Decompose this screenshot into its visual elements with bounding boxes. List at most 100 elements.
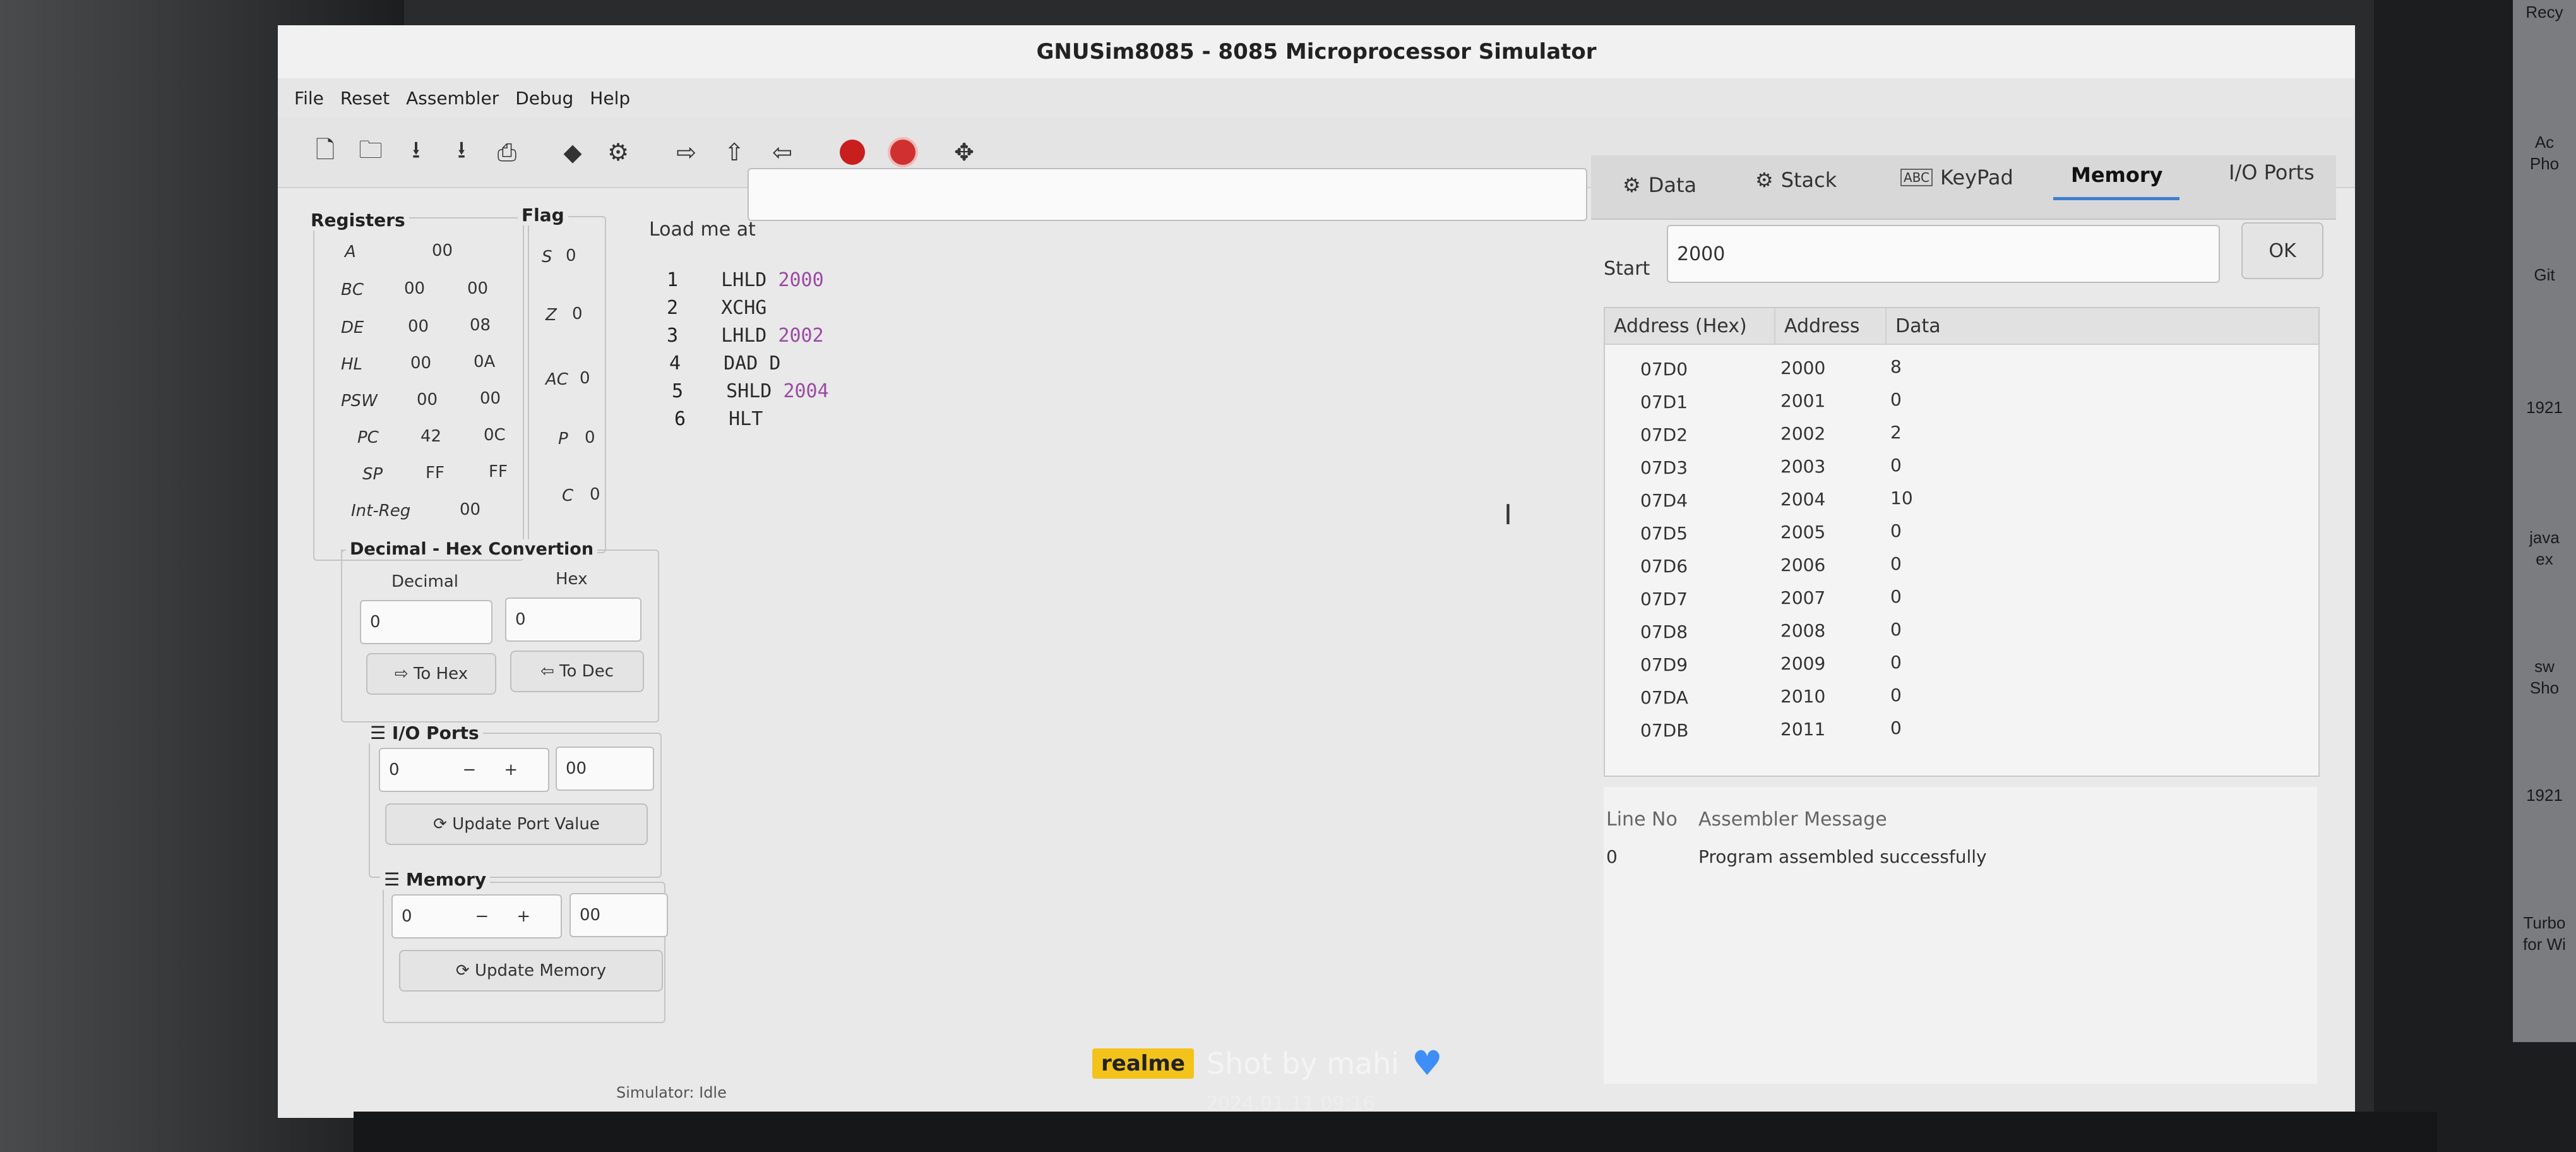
flag-value: 0 — [580, 369, 590, 388]
settings-icon[interactable]: ⚙ — [601, 135, 635, 169]
io-port-decrement[interactable]: − — [463, 760, 477, 779]
row-address: 2002 — [1780, 423, 1826, 444]
line-number: 2 — [667, 297, 679, 319]
io-port-value[interactable]: 00 — [556, 747, 654, 791]
row-address: 2010 — [1780, 686, 1826, 707]
memory-increment[interactable]: + — [516, 907, 530, 926]
register-value: 00 — [408, 317, 429, 336]
operand: 2002 — [778, 325, 824, 347]
desktop-icon-label[interactable]: sw — [2513, 657, 2576, 676]
register-value: FF — [489, 462, 508, 481]
menu-assembler[interactable]: Assembler — [406, 88, 499, 109]
column-header-message[interactable]: Assembler Message — [1698, 808, 1887, 831]
opcode: XCHG — [721, 297, 767, 319]
row-address: 2005 — [1780, 522, 1826, 543]
save-icon[interactable]: ⭳ — [399, 135, 433, 169]
desktop-icon-label[interactable]: Turbo — [2513, 913, 2576, 933]
desktop-icon-label[interactable]: Pho — [2513, 154, 2576, 174]
row-hex: 07D8 — [1640, 621, 1688, 642]
menu-file[interactable]: File — [294, 88, 324, 109]
register-value: FF — [426, 464, 444, 483]
active-tab-indicator — [2053, 197, 2179, 200]
table-row[interactable]: 07D0 2000 8 07D1 2001 0 07D2 2002 2 07D3… — [1605, 308, 2318, 776]
tab-data[interactable]: ⚙ Data — [1623, 173, 1696, 197]
step-over-icon[interactable]: ⇧ — [717, 135, 751, 169]
io-port-increment[interactable]: + — [504, 760, 518, 779]
code-line: 1 LHLD 2000 — [667, 269, 824, 291]
row-address: 2004 — [1780, 489, 1826, 510]
register-value: 08 — [470, 316, 491, 335]
to-hex-button[interactable]: ⇨ To Hex — [366, 653, 496, 695]
row-hex: 07D5 — [1640, 523, 1688, 544]
register-value: 00 — [460, 500, 481, 519]
row-address: 2007 — [1780, 587, 1826, 608]
desktop-icon-label[interactable]: 1921 — [2513, 786, 2576, 805]
inspect-icon[interactable]: ✥ — [947, 135, 981, 169]
new-file-icon[interactable]: 🗋 — [308, 135, 342, 169]
desktop-icon-label[interactable]: Git — [2513, 265, 2576, 285]
code-line: 4 DAD D — [669, 352, 780, 375]
update-memory-label: Update Memory — [474, 961, 607, 980]
desktop-icon-label[interactable]: for Wi — [2513, 935, 2576, 954]
record-icon[interactable] — [890, 140, 915, 165]
flag-name: AC — [546, 370, 568, 389]
load-address-input[interactable] — [748, 168, 1587, 221]
tab-keypad-label: KeyPad — [1940, 165, 2013, 189]
hex-input[interactable]: 0 — [505, 597, 641, 642]
to-hex-label: To Hex — [413, 664, 468, 683]
right-panel: ⚙ Data ⚙ Stack ABC KeyPad Memory I/O Ports … — [1591, 155, 2336, 1103]
update-memory-button[interactable]: ⟳ Update Memory — [399, 950, 663, 992]
menu-debug[interactable]: Debug — [515, 88, 573, 109]
flag-name: C — [562, 486, 574, 505]
tab-stack[interactable]: ⚙ Stack — [1755, 168, 1837, 192]
tab-memory[interactable]: Memory — [2071, 163, 2163, 187]
memory-address-spin[interactable]: 0 − + — [391, 894, 562, 939]
io-port-spin[interactable]: 0 − + — [379, 748, 549, 792]
desktop-icon-label[interactable]: Sho — [2513, 678, 2576, 698]
register-name: HL — [341, 355, 363, 374]
opcode: LHLD — [721, 269, 767, 291]
arrow-right-icon: ⇨ — [394, 664, 414, 683]
desktop-icon-label[interactable]: 1921 — [2513, 398, 2576, 417]
keypad-icon: ABC — [1900, 169, 1933, 186]
memory-address: 0 — [402, 907, 412, 926]
camera-watermark: realme Shot by mahi ♥ — [1092, 1043, 1442, 1083]
open-file-icon[interactable]: 🗀 — [354, 135, 388, 169]
line-number: 3 — [667, 325, 679, 347]
row-data: 2 — [1890, 422, 1902, 443]
print-icon[interactable]: ⎙ — [490, 135, 524, 169]
flag-name: S — [542, 248, 552, 267]
opcode: HLT — [729, 408, 763, 430]
save-as-icon[interactable]: ⭳ — [444, 135, 479, 169]
flag-value: 0 — [590, 485, 600, 504]
menu-help[interactable]: Help — [590, 88, 630, 109]
assemble-icon[interactable]: ◆ — [556, 135, 590, 169]
io-ports-label: ☰ I/O Ports — [366, 723, 483, 743]
desktop-icon-label[interactable]: Recy — [2513, 3, 2576, 22]
breakpoint-icon[interactable] — [840, 140, 865, 165]
desktop-icon-label[interactable]: ex — [2513, 549, 2576, 569]
code-editor[interactable]: 1 LHLD 2000 2 XCHG 3 LHLD 2002 4 DAD D 5… — [657, 221, 1515, 1061]
memory-decrement[interactable]: − — [475, 907, 489, 926]
register-name: PSW — [341, 392, 378, 411]
register-value: 00 — [467, 279, 489, 298]
memory-value[interactable]: 00 — [569, 893, 668, 937]
decimal-input[interactable]: 0 — [360, 600, 492, 644]
desktop-icon-label[interactable]: java — [2513, 528, 2576, 548]
ok-button[interactable]: OK — [2241, 222, 2323, 279]
tab-io-ports[interactable]: I/O Ports — [2229, 160, 2315, 184]
start-address-input[interactable]: 2000 — [1667, 225, 2220, 283]
window-title: GNUSim8085 - 8085 Microprocessor Simulat… — [278, 25, 2355, 80]
step-in-icon[interactable]: ⇨ — [669, 135, 703, 169]
to-dec-button[interactable]: ⇦ To Dec — [510, 651, 644, 692]
tab-keypad[interactable]: ABC KeyPad — [1900, 165, 2013, 189]
refresh-icon: ⟳ — [433, 815, 453, 834]
update-port-button[interactable]: ⟳ Update Port Value — [385, 803, 648, 845]
desktop-icon-label[interactable]: Ac — [2513, 133, 2576, 152]
row-data: 0 — [1890, 455, 1902, 476]
row-hex: 07D3 — [1640, 457, 1688, 478]
row-address: 2001 — [1780, 390, 1826, 411]
step-out-icon[interactable]: ⇦ — [765, 135, 799, 169]
column-header-line-no[interactable]: Line No — [1606, 808, 1678, 831]
menu-reset[interactable]: Reset — [340, 88, 390, 109]
